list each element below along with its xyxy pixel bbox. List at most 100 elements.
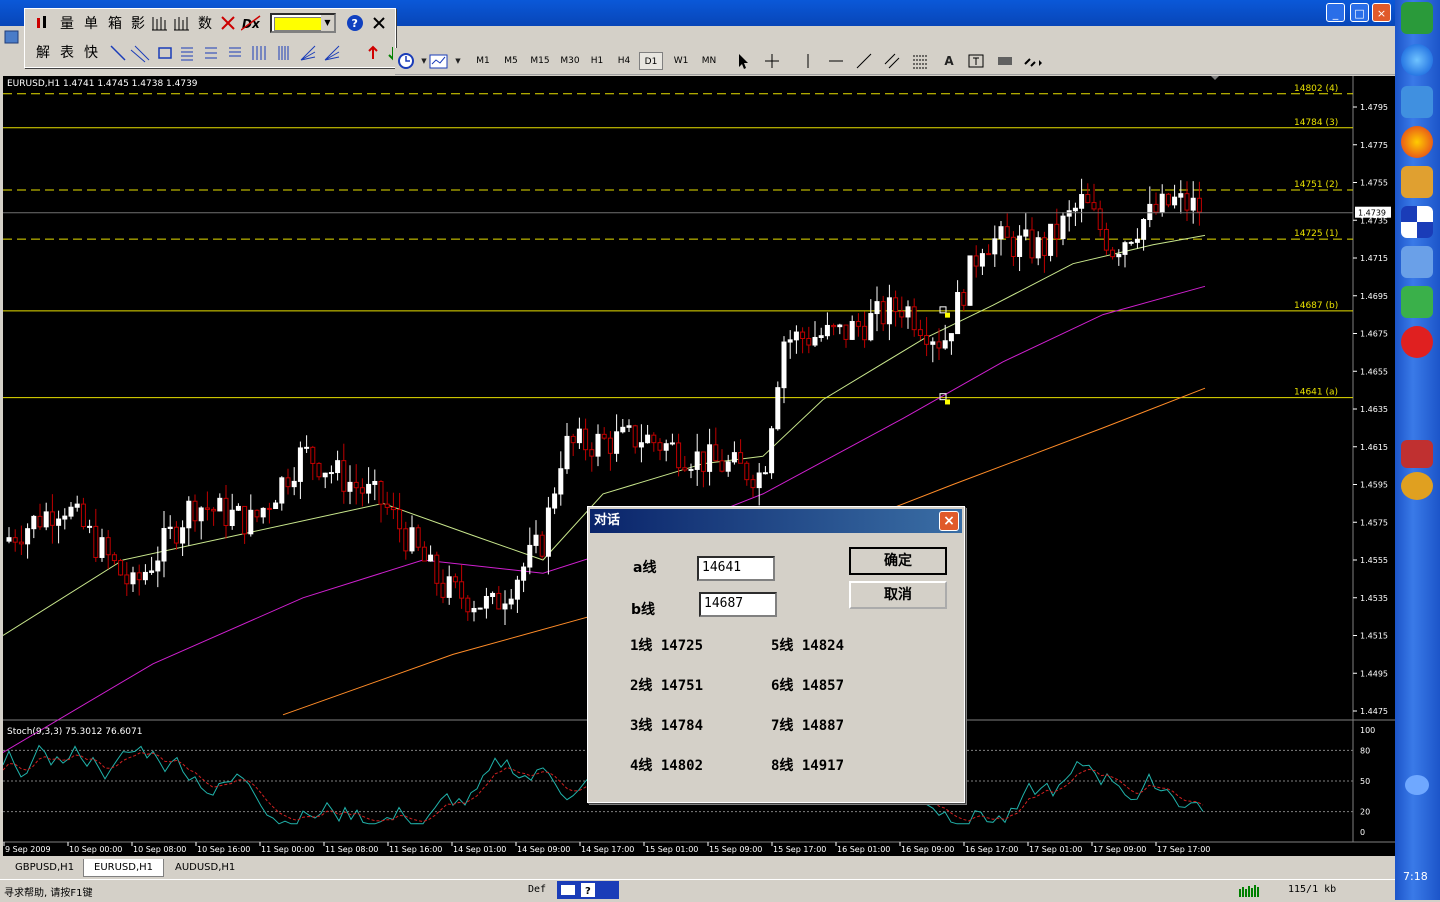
tool-kuai[interactable]: 快 (81, 43, 101, 63)
chevron-down-icon[interactable]: ▼ (449, 52, 467, 70)
dx-icon[interactable]: Dx (240, 14, 261, 38)
candles-icon[interactable] (33, 14, 53, 38)
candle-body (273, 502, 279, 510)
candle-body (1079, 194, 1085, 209)
cross-icon[interactable] (218, 14, 238, 38)
text-label-icon[interactable] (967, 52, 985, 70)
bars2-icon[interactable] (171, 14, 191, 38)
ie-icon[interactable] (1401, 44, 1433, 76)
app4-icon[interactable] (1401, 166, 1433, 198)
draw-tools-row[interactable] (107, 43, 393, 63)
candle-body (18, 541, 24, 545)
tf-h4[interactable]: H4 (612, 52, 636, 70)
tf-m15[interactable]: M15 (526, 52, 554, 70)
clock-icon[interactable] (397, 52, 415, 70)
price-tick-label: 1.4795 (1360, 103, 1388, 112)
cursor-icon[interactable] (734, 52, 752, 70)
tab-audusd[interactable]: AUDUSD,H1 (165, 859, 245, 876)
candle-body (824, 324, 830, 337)
tool-xiang[interactable]: 箱 (105, 14, 125, 34)
status-buttons[interactable]: ? (557, 881, 619, 899)
candle-body (924, 335, 930, 345)
vertical-line-icon[interactable] (799, 52, 817, 70)
candle-body (155, 560, 161, 572)
chevron-up-icon[interactable] (1405, 775, 1429, 795)
text-icon[interactable]: A (940, 52, 958, 70)
template-icon[interactable] (429, 52, 448, 70)
candle-body (682, 467, 688, 471)
chevron-down-icon[interactable]: ▼ (321, 15, 334, 31)
tool-shu[interactable]: 数 (195, 14, 215, 34)
tf-h1[interactable]: H1 (585, 52, 609, 70)
tf-m5[interactable]: M5 (499, 52, 523, 70)
tf-w1[interactable]: W1 (669, 52, 693, 70)
svg-text:?: ? (352, 17, 358, 30)
horizontal-line-icon[interactable] (827, 52, 845, 70)
tf-m30[interactable]: M30 (556, 52, 584, 70)
arrows-icon[interactable] (1023, 52, 1042, 70)
candle-body (446, 576, 452, 598)
close-icon[interactable] (369, 14, 389, 38)
line-6-value: 6线 14857 (771, 678, 845, 694)
tab-eurusd[interactable]: EURUSD,H1 (83, 859, 165, 877)
a-line-input[interactable]: 14641 (697, 556, 775, 581)
candle-body (948, 333, 954, 342)
channel-icon[interactable] (883, 52, 901, 70)
app3-icon[interactable] (1401, 126, 1433, 158)
help-icon[interactable]: ? (345, 14, 365, 38)
candle-body (31, 515, 37, 530)
indicator-header: Stoch(9,3,3) 75.3012 76.6071 (7, 727, 143, 737)
candle-body (397, 509, 403, 530)
trendline-icon[interactable] (855, 52, 873, 70)
tool-biao[interactable]: 表 (57, 43, 77, 63)
candle-body (781, 341, 787, 389)
status-profile: Def (528, 884, 547, 895)
candle-body (366, 483, 372, 494)
candle-body (12, 537, 18, 543)
anchor-dot-b (945, 312, 950, 318)
candle-body (899, 311, 905, 318)
candle-body (1172, 196, 1178, 206)
tool-ying[interactable]: 影 (128, 14, 148, 34)
tf-d1[interactable]: D1 (639, 52, 663, 70)
tool-dan[interactable]: 单 (81, 14, 101, 34)
app7-icon[interactable] (1401, 286, 1433, 318)
maximize-button[interactable]: □ (1350, 3, 1369, 22)
tool-liang[interactable]: 量 (57, 14, 77, 34)
ok-button[interactable]: 确定 (849, 547, 947, 575)
task-odl-icon[interactable] (1401, 440, 1433, 468)
candle-body (372, 481, 378, 485)
start-icon[interactable] (1401, 2, 1433, 34)
tf-m1[interactable]: M1 (471, 52, 495, 70)
candle-body (204, 507, 210, 510)
tool-jie[interactable]: 解 (33, 43, 53, 63)
candle-body (837, 324, 843, 328)
candle-body (1072, 207, 1078, 212)
stoch-tick-label: 80 (1360, 746, 1370, 755)
odl-icon[interactable] (1401, 326, 1433, 358)
app-icon[interactable] (3, 28, 21, 46)
b-line-input[interactable]: 14687 (699, 592, 777, 617)
app2-icon[interactable] (1401, 86, 1433, 118)
rectangle-icon[interactable] (996, 52, 1014, 70)
tab-gbpusd[interactable]: GBPUSD,H1 (5, 859, 84, 876)
bars-icon[interactable] (149, 14, 169, 38)
crosshair-icon[interactable] (763, 52, 781, 70)
candle-body (490, 592, 496, 597)
candle-body (539, 534, 545, 557)
candle-body (248, 509, 254, 535)
dialog-close-button[interactable]: × (939, 511, 959, 531)
task-app-icon[interactable] (1401, 472, 1433, 500)
close-button[interactable]: × (1372, 3, 1391, 22)
fibo-icon[interactable] (911, 52, 929, 70)
app5-icon[interactable] (1401, 206, 1433, 238)
candle-body (961, 292, 967, 306)
time-tick-label: 11 Sep 08:00 (325, 845, 378, 854)
minimize-button[interactable]: _ (1326, 3, 1345, 22)
cancel-button[interactable]: 取消 (849, 581, 947, 609)
color-picker[interactable]: ▼ (270, 13, 336, 33)
tf-mn[interactable]: MN (696, 52, 722, 70)
app6-icon[interactable] (1401, 246, 1433, 278)
candle-body (440, 582, 446, 598)
time-tick-label: 9 Sep 2009 (5, 845, 51, 854)
